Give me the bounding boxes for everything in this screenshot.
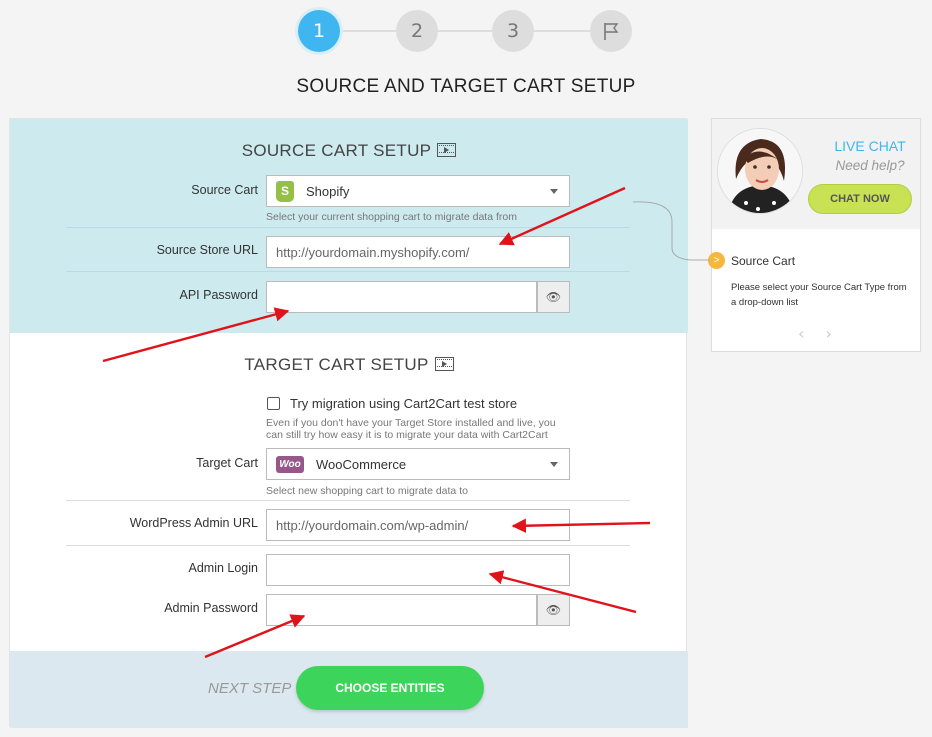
annotation-overlay	[102, 186, 710, 659]
tooltip-connector	[632, 201, 710, 261]
annotation-arrow	[204, 614, 306, 659]
annotation-arrow	[488, 570, 637, 614]
annotation-arrow	[511, 518, 651, 533]
annotation-arrow	[102, 307, 290, 363]
annotation-arrow	[498, 186, 626, 246]
